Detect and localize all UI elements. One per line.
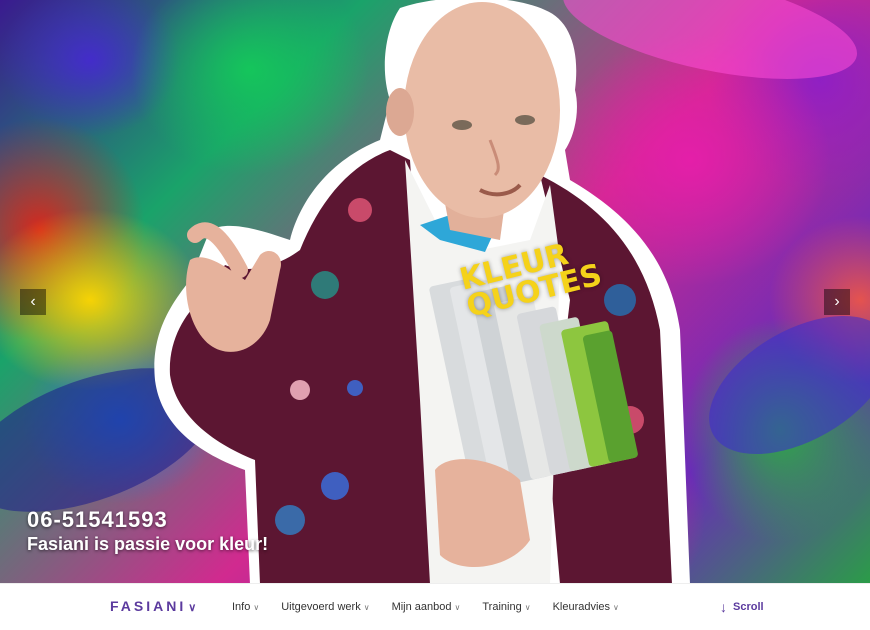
- chevron-down-icon: ∨: [613, 603, 619, 612]
- site-brand[interactable]: FASIANI ∨: [110, 598, 196, 614]
- scroll-label: Scroll: [733, 601, 764, 613]
- nav-item-label: Mijn aanbod: [391, 601, 452, 613]
- hero-slider: KLEUR QUOTES ‹ › 06-51541593 Fasiani is …: [0, 0, 870, 584]
- nav-item-training[interactable]: Training ∨: [482, 601, 530, 613]
- slider-prev-button[interactable]: ‹: [20, 289, 46, 315]
- nav-item-uitgevoerd-werk[interactable]: Uitgevoerd werk ∨: [281, 601, 369, 613]
- nav-item-mijn-aanbod[interactable]: Mijn aanbod ∨: [392, 601, 461, 613]
- chevron-down-icon: ∨: [363, 603, 370, 612]
- chevron-left-icon: ‹: [30, 293, 36, 310]
- nav-item-label: Kleuradvies: [552, 601, 611, 613]
- ear: [386, 88, 414, 136]
- chevron-right-icon: ›: [834, 293, 840, 310]
- background-swirl: [685, 287, 870, 483]
- nav-item-label: Uitgevoerd werk: [281, 601, 361, 613]
- chevron-down-icon: ∨: [253, 603, 260, 612]
- chevron-down-icon: ∨: [188, 602, 197, 614]
- nav-item-label: Info: [232, 601, 251, 613]
- chevron-down-icon: ∨: [454, 603, 461, 612]
- phone-number[interactable]: 06-51541593: [27, 507, 168, 533]
- scroll-down-button[interactable]: ↓ Scroll: [720, 599, 764, 615]
- chevron-down-icon: ∨: [524, 603, 531, 612]
- main-navigation: FASIANI ∨ Info ∨ Uitgevoerd werk ∨ Mijn aan…: [0, 584, 870, 630]
- nav-item-label: Training: [482, 601, 522, 613]
- brand-name: FASIANI: [110, 598, 187, 614]
- nav-menu: Info ∨ Uitgevoerd werk ∨ Mijn aanbod ∨ Trai…: [232, 601, 641, 613]
- hero-tagline: Fasiani is passie voor kleur!: [27, 534, 269, 554]
- nav-item-info[interactable]: Info ∨: [232, 601, 259, 613]
- slider-next-button[interactable]: ›: [824, 289, 850, 315]
- head: [404, 2, 560, 218]
- hero-person-image: [154, 0, 690, 584]
- nav-item-kleuradvies[interactable]: Kleuradvies ∨: [553, 601, 619, 613]
- arrow-down-icon: ↓: [720, 599, 727, 615]
